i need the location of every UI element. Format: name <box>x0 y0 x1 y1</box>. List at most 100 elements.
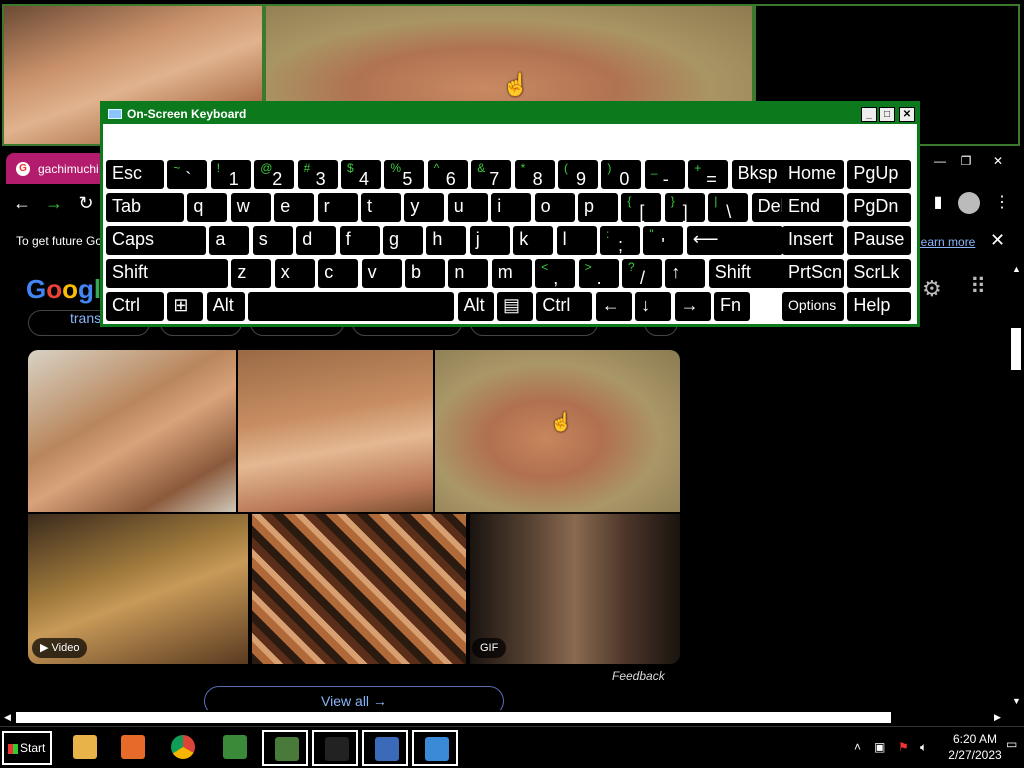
taskbar-app-button[interactable] <box>62 730 108 766</box>
key-l-key[interactable]: l <box>556 226 597 255</box>
key-9-key[interactable]: (9 <box>558 160 598 189</box>
key-e-key[interactable]: e <box>274 193 315 222</box>
key-x-key[interactable]: x <box>274 259 315 288</box>
taskbar-app-button[interactable] <box>362 730 408 766</box>
side-panel-icon[interactable]: ▮ <box>926 192 950 214</box>
key--key[interactable]: ⟵ <box>686 226 783 255</box>
key-ScrLk-key[interactable]: ScrLk <box>847 259 912 288</box>
scroll-down-icon[interactable]: ▼ <box>1012 696 1021 706</box>
osk-close-button[interactable]: ✕ <box>899 107 915 122</box>
key-PgUp-key[interactable]: PgUp <box>847 160 912 189</box>
network-icon[interactable]: ▣ <box>874 740 885 754</box>
key-3-key[interactable]: #3 <box>297 160 338 189</box>
key-d-key[interactable]: d <box>296 226 337 255</box>
back-arrow-icon[interactable]: ← <box>10 192 34 214</box>
key--key[interactable]: " ' <box>643 226 684 255</box>
key-Home-key[interactable]: Home <box>782 160 844 189</box>
key-PrtScn-key[interactable]: PrtScn <box>782 259 844 288</box>
key-Fn-key[interactable]: Fn <box>714 292 750 321</box>
key-p-key[interactable]: p <box>578 193 618 222</box>
key-7-key[interactable]: & 7 <box>471 160 512 189</box>
key--key[interactable]: ⊞ <box>167 292 204 321</box>
key--key[interactable]: :; <box>600 226 640 255</box>
key-h-key[interactable]: h <box>426 226 467 255</box>
key-Caps-key[interactable]: Caps <box>106 226 206 255</box>
key-Ctrl-key[interactable]: Ctrl <box>106 292 164 321</box>
key--key[interactable]: }] <box>664 193 705 222</box>
key-o-key[interactable]: o <box>534 193 575 222</box>
tab-gachimuchi[interactable]: G gachimuchi <box>6 153 106 184</box>
taskbar-app-button[interactable] <box>160 730 206 766</box>
key-8-key[interactable]: * 8 <box>514 160 555 189</box>
key-Alt-key[interactable]: Alt <box>206 292 245 321</box>
key-Tab-key[interactable]: Tab <box>106 193 184 222</box>
key-6-key[interactable]: ^ 6 <box>427 160 468 189</box>
key-Bksp-key[interactable]: Bksp <box>731 160 790 189</box>
key-j-key[interactable]: j <box>469 226 510 255</box>
key-u-key[interactable]: u <box>447 193 488 222</box>
apps-grid-icon[interactable]: ⠿ <box>970 274 986 300</box>
key--key[interactable]: ~ ` <box>167 160 208 189</box>
taskbar-app-button[interactable] <box>110 730 156 766</box>
show-desktop-icon[interactable]: ▭ <box>1006 737 1017 751</box>
key-m-key[interactable]: m <box>491 259 532 288</box>
key-5-key[interactable]: % 5 <box>384 160 425 189</box>
image-result-2[interactable] <box>238 350 433 512</box>
reload-icon[interactable]: ↻ <box>74 192 98 214</box>
taskbar-app-button[interactable] <box>412 730 458 766</box>
key--key[interactable]: ↑ <box>665 259 706 288</box>
scroll-thumb[interactable] <box>1011 328 1021 370</box>
osk-maximize-button[interactable]: □ <box>879 107 895 122</box>
key-n-key[interactable]: n <box>448 259 489 288</box>
key-a-key[interactable]: a <box>209 226 250 255</box>
learn-more-link[interactable]: learn more <box>918 235 975 249</box>
scroll-right-icon[interactable]: ▶ <box>994 712 1001 723</box>
key-i-key[interactable]: i <box>491 193 532 222</box>
view-all-button[interactable]: View all → <box>204 686 504 710</box>
key-2-key[interactable]: @2 <box>254 160 295 189</box>
image-result-1[interactable] <box>28 350 236 512</box>
key-Alt-key[interactable]: Alt <box>457 292 494 321</box>
taskbar-app-button[interactable] <box>262 730 308 766</box>
key-r-key[interactable]: r <box>317 193 358 222</box>
key-Shift-key[interactable]: Shift <box>708 259 787 288</box>
close-infobar-icon[interactable]: ✕ <box>990 230 1005 251</box>
key-Insert-key[interactable]: Insert <box>782 226 844 255</box>
image-result-4[interactable]: ▶ Video <box>28 514 248 664</box>
key--key[interactable]: <, <box>535 259 576 288</box>
key-g-key[interactable]: g <box>383 226 423 255</box>
image-result-5[interactable] <box>252 514 466 664</box>
key-Help-key[interactable]: Help <box>847 292 912 321</box>
key--key[interactable]: ? / <box>622 259 662 288</box>
close-window-button[interactable]: ✕ <box>984 154 1012 170</box>
settings-gear-icon[interactable]: ⚙ <box>922 276 942 302</box>
key--key[interactable]: → <box>674 292 711 321</box>
key-z-key[interactable]: z <box>231 259 272 288</box>
show-hidden-icons[interactable]: ˄ <box>854 740 861 754</box>
key-q-key[interactable]: q <box>187 193 228 222</box>
taskbar-app-button[interactable] <box>212 730 258 766</box>
forward-arrow-icon[interactable]: → <box>42 192 66 214</box>
key-c-key[interactable]: c <box>318 259 359 288</box>
key-t-key[interactable]: t <box>361 193 401 222</box>
key--key[interactable]: ← <box>595 292 632 321</box>
action-center-flag-icon[interactable]: ⚑ <box>898 740 909 754</box>
key--key[interactable]: ↓ <box>635 292 672 321</box>
vertical-scrollbar[interactable]: ▲ ▼ <box>1008 262 1024 710</box>
key--key[interactable]: >. <box>578 259 619 288</box>
taskbar-app-button[interactable] <box>312 730 358 766</box>
key--key[interactable]: + = <box>688 160 729 189</box>
key-b-key[interactable]: b <box>405 259 445 288</box>
key-End-key[interactable]: End <box>782 193 844 222</box>
key-4-key[interactable]: $4 <box>341 160 381 189</box>
key-1-key[interactable]: ! 1 <box>210 160 251 189</box>
minimize-button[interactable]: — <box>926 154 954 170</box>
scroll-up-icon[interactable]: ▲ <box>1012 264 1021 274</box>
osk-minimize-button[interactable]: _ <box>861 107 877 122</box>
key--key[interactable]: {[ <box>621 193 662 222</box>
key-Pause-key[interactable]: Pause <box>847 226 912 255</box>
key-w-key[interactable]: w <box>230 193 271 222</box>
key-y-key[interactable]: y <box>404 193 445 222</box>
scroll-left-icon[interactable]: ◀ <box>4 712 11 723</box>
scroll-thumb[interactable] <box>16 712 891 723</box>
